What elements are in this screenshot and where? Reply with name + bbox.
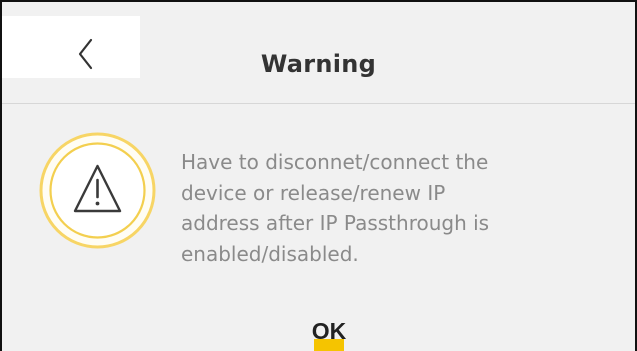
warning-dialog: Warning Have to disconnet/connect the de… [0,0,637,351]
warning-triangle-icon [39,132,156,249]
dialog-header: Warning [2,2,635,104]
ok-button-label: OK [311,318,347,344]
dialog-message: Have to disconnet/connect the device or … [181,150,490,266]
ok-button[interactable]: OK [298,316,360,351]
dialog-title: Warning [260,50,377,78]
